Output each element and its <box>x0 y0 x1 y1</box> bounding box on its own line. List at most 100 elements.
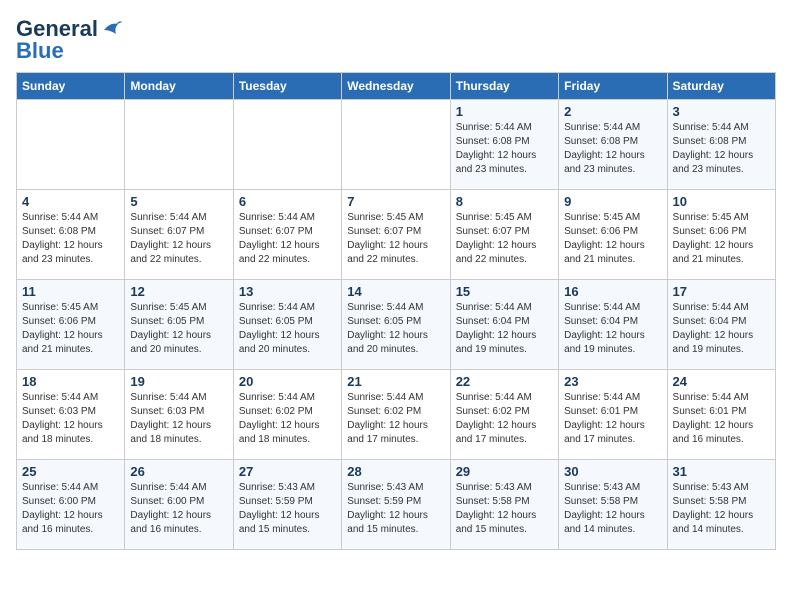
week-row-2: 4 Sunrise: 5:44 AM Sunset: 6:08 PM Daylig… <box>17 190 776 280</box>
day-info: Sunrise: 5:44 AM Sunset: 6:07 PM Dayligh… <box>130 211 227 267</box>
day-number: 14 <box>347 284 444 299</box>
day-info: Sunrise: 5:44 AM Sunset: 6:03 PM Dayligh… <box>22 391 119 447</box>
day-info: Sunrise: 5:43 AM Sunset: 5:59 PM Dayligh… <box>239 481 336 537</box>
calendar-table: SundayMondayTuesdayWednesdayThursdayFrid… <box>16 72 776 550</box>
day-info: Sunrise: 5:44 AM Sunset: 6:01 PM Dayligh… <box>564 391 661 447</box>
day-number: 19 <box>130 374 227 389</box>
logo: General Blue <box>16 16 122 64</box>
day-number: 30 <box>564 464 661 479</box>
day-number: 10 <box>673 194 770 209</box>
day-number: 24 <box>673 374 770 389</box>
day-info: Sunrise: 5:45 AM Sunset: 6:07 PM Dayligh… <box>347 211 444 267</box>
col-header-thursday: Thursday <box>450 73 558 100</box>
day-cell: 6Sunrise: 5:44 AM Sunset: 6:07 PM Daylig… <box>233 190 341 280</box>
day-info: Sunrise: 5:43 AM Sunset: 5:58 PM Dayligh… <box>564 481 661 537</box>
logo-blue: Blue <box>16 38 64 64</box>
day-cell: 9 Sunrise: 5:45 AM Sunset: 6:06 PM Daylig… <box>559 190 667 280</box>
day-cell: 14 Sunrise: 5:44 AM Sunset: 6:05 PM Dayli… <box>342 280 450 370</box>
day-info: Sunrise: 5:44 AM Sunset: 6:08 PM Dayligh… <box>22 211 119 267</box>
day-info: Sunrise: 5:44 AM Sunset: 6:02 PM Dayligh… <box>239 391 336 447</box>
day-cell: 1Sunrise: 5:44 AM Sunset: 6:08 PM Daylig… <box>450 100 558 190</box>
col-header-monday: Monday <box>125 73 233 100</box>
day-cell: 20 Sunrise: 5:44 AM Sunset: 6:02 PM Dayli… <box>233 370 341 460</box>
day-cell: 29 Sunrise: 5:43 AM Sunset: 5:58 PM Dayli… <box>450 460 558 550</box>
day-cell: 28Sunrise: 5:43 AM Sunset: 5:59 PM Dayli… <box>342 460 450 550</box>
day-info: Sunrise: 5:43 AM Sunset: 5:59 PM Dayligh… <box>347 481 444 537</box>
day-info: Sunrise: 5:44 AM Sunset: 6:00 PM Dayligh… <box>22 481 119 537</box>
day-cell: 25Sunrise: 5:44 AM Sunset: 6:00 PM Dayli… <box>17 460 125 550</box>
day-info: Sunrise: 5:45 AM Sunset: 6:06 PM Dayligh… <box>564 211 661 267</box>
day-cell: 19 Sunrise: 5:44 AM Sunset: 6:03 PM Dayli… <box>125 370 233 460</box>
day-number: 15 <box>456 284 553 299</box>
day-info: Sunrise: 5:43 AM Sunset: 5:58 PM Dayligh… <box>673 481 770 537</box>
day-number: 12 <box>130 284 227 299</box>
day-number: 16 <box>564 284 661 299</box>
day-info: Sunrise: 5:44 AM Sunset: 6:08 PM Dayligh… <box>564 121 661 177</box>
day-number: 22 <box>456 374 553 389</box>
day-info: Sunrise: 5:44 AM Sunset: 6:08 PM Dayligh… <box>456 121 553 177</box>
day-number: 6 <box>239 194 336 209</box>
header: General Blue <box>16 16 776 64</box>
day-number: 23 <box>564 374 661 389</box>
week-row-4: 18 Sunrise: 5:44 AM Sunset: 6:03 PM Dayli… <box>17 370 776 460</box>
day-cell <box>17 100 125 190</box>
day-cell <box>125 100 233 190</box>
day-cell: 15 Sunrise: 5:44 AM Sunset: 6:04 PM Dayli… <box>450 280 558 370</box>
day-info: Sunrise: 5:44 AM Sunset: 6:04 PM Dayligh… <box>673 301 770 357</box>
calendar-header-row: SundayMondayTuesdayWednesdayThursdayFrid… <box>17 73 776 100</box>
day-info: Sunrise: 5:44 AM Sunset: 6:02 PM Dayligh… <box>456 391 553 447</box>
day-info: Sunrise: 5:45 AM Sunset: 6:07 PM Dayligh… <box>456 211 553 267</box>
day-info: Sunrise: 5:43 AM Sunset: 5:58 PM Dayligh… <box>456 481 553 537</box>
day-cell: 11 Sunrise: 5:45 AM Sunset: 6:06 PM Dayli… <box>17 280 125 370</box>
day-number: 4 <box>22 194 119 209</box>
day-info: Sunrise: 5:44 AM Sunset: 6:05 PM Dayligh… <box>239 301 336 357</box>
day-number: 18 <box>22 374 119 389</box>
col-header-tuesday: Tuesday <box>233 73 341 100</box>
day-info: Sunrise: 5:45 AM Sunset: 6:06 PM Dayligh… <box>22 301 119 357</box>
logo-bird-icon <box>100 20 122 38</box>
week-row-3: 11 Sunrise: 5:45 AM Sunset: 6:06 PM Dayli… <box>17 280 776 370</box>
day-cell: 12 Sunrise: 5:45 AM Sunset: 6:05 PM Dayli… <box>125 280 233 370</box>
day-cell: 4 Sunrise: 5:44 AM Sunset: 6:08 PM Daylig… <box>17 190 125 280</box>
day-info: Sunrise: 5:44 AM Sunset: 6:02 PM Dayligh… <box>347 391 444 447</box>
day-cell: 3Sunrise: 5:44 AM Sunset: 6:08 PM Daylig… <box>667 100 775 190</box>
week-row-5: 25Sunrise: 5:44 AM Sunset: 6:00 PM Dayli… <box>17 460 776 550</box>
day-number: 27 <box>239 464 336 479</box>
day-cell <box>342 100 450 190</box>
day-cell: 26 Sunrise: 5:44 AM Sunset: 6:00 PM Dayli… <box>125 460 233 550</box>
day-info: Sunrise: 5:44 AM Sunset: 6:08 PM Dayligh… <box>673 121 770 177</box>
day-info: Sunrise: 5:44 AM Sunset: 6:01 PM Dayligh… <box>673 391 770 447</box>
day-info: Sunrise: 5:44 AM Sunset: 6:04 PM Dayligh… <box>456 301 553 357</box>
day-info: Sunrise: 5:45 AM Sunset: 6:05 PM Dayligh… <box>130 301 227 357</box>
day-number: 5 <box>130 194 227 209</box>
day-number: 21 <box>347 374 444 389</box>
day-cell: 5 Sunrise: 5:44 AM Sunset: 6:07 PM Daylig… <box>125 190 233 280</box>
day-info: Sunrise: 5:44 AM Sunset: 6:04 PM Dayligh… <box>564 301 661 357</box>
day-cell: 24 Sunrise: 5:44 AM Sunset: 6:01 PM Dayli… <box>667 370 775 460</box>
col-header-wednesday: Wednesday <box>342 73 450 100</box>
day-cell: 30 Sunrise: 5:43 AM Sunset: 5:58 PM Dayli… <box>559 460 667 550</box>
day-number: 20 <box>239 374 336 389</box>
day-info: Sunrise: 5:44 AM Sunset: 6:03 PM Dayligh… <box>130 391 227 447</box>
day-number: 13 <box>239 284 336 299</box>
day-number: 9 <box>564 194 661 209</box>
day-number: 7 <box>347 194 444 209</box>
day-number: 29 <box>456 464 553 479</box>
day-info: Sunrise: 5:45 AM Sunset: 6:06 PM Dayligh… <box>673 211 770 267</box>
day-number: 17 <box>673 284 770 299</box>
day-number: 8 <box>456 194 553 209</box>
day-cell: 13 Sunrise: 5:44 AM Sunset: 6:05 PM Dayli… <box>233 280 341 370</box>
day-cell: 2Sunrise: 5:44 AM Sunset: 6:08 PM Daylig… <box>559 100 667 190</box>
col-header-sunday: Sunday <box>17 73 125 100</box>
day-cell: 18 Sunrise: 5:44 AM Sunset: 6:03 PM Dayli… <box>17 370 125 460</box>
day-cell: 27 Sunrise: 5:43 AM Sunset: 5:59 PM Dayli… <box>233 460 341 550</box>
col-header-saturday: Saturday <box>667 73 775 100</box>
day-info: Sunrise: 5:44 AM Sunset: 6:00 PM Dayligh… <box>130 481 227 537</box>
week-row-1: 1Sunrise: 5:44 AM Sunset: 6:08 PM Daylig… <box>17 100 776 190</box>
day-number: 11 <box>22 284 119 299</box>
day-cell: 8 Sunrise: 5:45 AM Sunset: 6:07 PM Daylig… <box>450 190 558 280</box>
day-info: Sunrise: 5:44 AM Sunset: 6:05 PM Dayligh… <box>347 301 444 357</box>
day-cell: 31Sunrise: 5:43 AM Sunset: 5:58 PM Dayli… <box>667 460 775 550</box>
day-number: 26 <box>130 464 227 479</box>
day-cell: 7 Sunrise: 5:45 AM Sunset: 6:07 PM Daylig… <box>342 190 450 280</box>
